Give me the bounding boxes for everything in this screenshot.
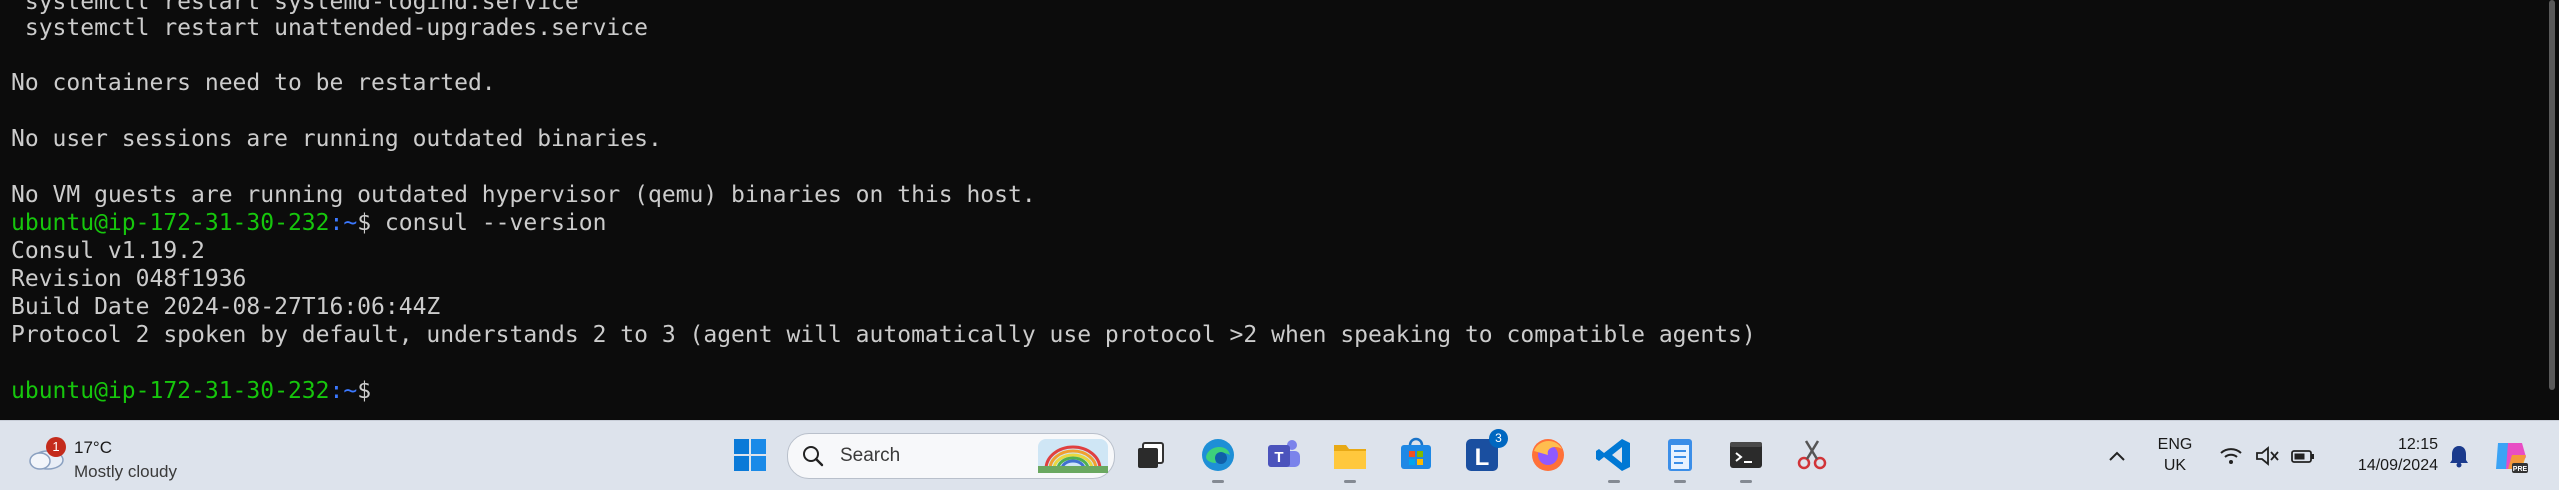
lens-icon[interactable]: L 3 (1460, 429, 1508, 477)
terminal-prompt-line: ubuntu@ip-172-31-30-232:~$ consul --vers… (11, 209, 606, 237)
terminal-line: No VM guests are running outdated hyperv… (11, 182, 1036, 208)
weather-description: Mostly cloudy (74, 462, 177, 481)
wifi-icon[interactable] (2218, 443, 2244, 469)
prompt-path: :~ (329, 210, 358, 236)
notification-bell-icon[interactable] (2447, 443, 2471, 469)
prompt-user: ubuntu@ip-172-31-30-232 (11, 210, 330, 236)
terminal-line: Build Date 2024-08-27T16:06:44Z (11, 294, 441, 320)
volume-muted-icon[interactable] (2254, 443, 2280, 469)
scrollbar-thumb[interactable] (2549, 0, 2555, 390)
terminal-scrollbar[interactable] (2540, 0, 2559, 420)
terminal-line: systemctl restart unattended-upgrades.se… (11, 15, 648, 41)
notification-badge: 3 (1489, 429, 1508, 448)
windows-start-icon[interactable] (728, 433, 772, 477)
running-indicator (1674, 480, 1686, 483)
terminal-icon[interactable] (1724, 433, 1768, 483)
weather-widget[interactable]: 1 17°C Mostly cloudy (22, 429, 222, 481)
chevron-up-icon[interactable] (2106, 445, 2128, 467)
notepad-logo-icon (1668, 439, 1692, 471)
edge-logo-icon (1202, 439, 1234, 471)
language-code: ENG (2157, 436, 2193, 453)
prompt-user: ubuntu@ip-172-31-30-232 (11, 378, 330, 404)
copilot-icon[interactable]: PRE (2490, 437, 2530, 475)
terminal-logo-icon (1730, 442, 1762, 468)
search-icon (803, 446, 824, 467)
terminal-line: Protocol 2 spoken by default, understand… (11, 322, 1756, 348)
rainbow-icon (1038, 439, 1108, 473)
running-indicator (1212, 480, 1224, 483)
language-region: UK (2163, 457, 2187, 474)
running-indicator (1344, 480, 1356, 483)
running-indicator (1608, 480, 1620, 483)
terminal-prompt-line[interactable]: ubuntu@ip-172-31-30-232:~$ (11, 377, 385, 405)
clock-time: 12:15 (2397, 436, 2438, 453)
notepad-icon[interactable] (1658, 433, 1702, 483)
file-explorer-icon[interactable] (1328, 433, 1372, 483)
edge-icon[interactable] (1196, 433, 1240, 483)
terminal-line: Consul v1.19.2 (11, 238, 205, 264)
task-view-icon[interactable] (1129, 433, 1173, 477)
notification-badge: 1 (46, 437, 66, 457)
svg-text:T: T (1274, 449, 1283, 466)
taskbar: 1 17°C Mostly cloudy Search T L 3 ENG UK… (0, 420, 2559, 490)
terminal-line: No user sessions are running outdated bi… (11, 126, 662, 152)
weather-temperature: 17°C (74, 438, 112, 457)
taskbar-search[interactable]: Search (787, 433, 1115, 479)
running-indicator (1740, 480, 1752, 483)
prompt-path: :~ (329, 378, 358, 404)
vscode-icon[interactable] (1592, 433, 1636, 483)
search-label: Search (840, 445, 901, 466)
clock[interactable]: 12:15 14/09/2024 (2338, 434, 2438, 476)
language-indicator[interactable]: ENG UK (2155, 434, 2195, 476)
firefox-icon[interactable] (1526, 433, 1570, 477)
svg-text:L: L (1475, 444, 1490, 471)
snipping-tool-icon[interactable] (1790, 433, 1834, 477)
terminal-line: Revision 048f1936 (11, 266, 247, 292)
prompt-command: $ (357, 378, 385, 404)
terminal-window[interactable]: systemctl restart systemd-logind.service… (0, 0, 2540, 420)
microsoft-store-icon[interactable] (1394, 433, 1438, 477)
terminal-line: No containers need to be restarted. (11, 70, 496, 96)
clock-date: 14/09/2024 (2357, 457, 2438, 474)
folder-icon (1334, 445, 1366, 469)
vscode-logo-icon (1596, 439, 1630, 471)
prompt-command: $ consul --version (357, 210, 607, 236)
svg-text:PRE: PRE (2513, 466, 2528, 473)
teams-icon[interactable]: T (1262, 433, 1306, 477)
battery-icon[interactable] (2290, 443, 2316, 469)
